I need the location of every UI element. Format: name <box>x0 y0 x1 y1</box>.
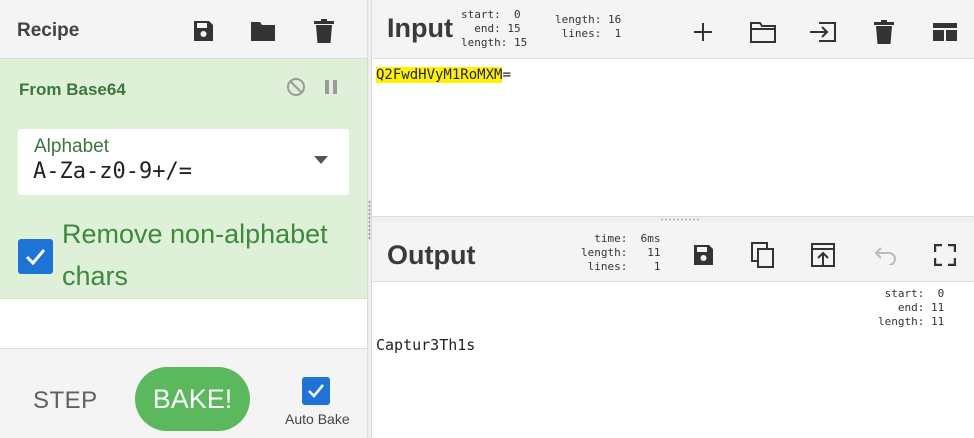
remove-non-alphabet-label: Remove non-alphabet chars <box>62 219 328 291</box>
input-selection-stats: start: 0 end: 15 length: 15 <box>461 8 528 49</box>
input-to-output-icon[interactable] <box>808 17 838 47</box>
input-textarea[interactable]: Q2FwdHVyM1RoMXM= <box>376 67 511 83</box>
output-text[interactable]: Captur3Th1s <box>376 336 475 354</box>
input-selection: Q2FwdHVyM1RoMXM <box>376 67 503 83</box>
alphabet-select[interactable]: Alphabet A-Za-z0-9+/= <box>18 129 349 195</box>
undo-icon[interactable] <box>869 240 899 270</box>
recipe-panel: Recipe From Base64 Alphabet A-Za-z0-9+/=… <box>0 0 367 438</box>
save-icon[interactable] <box>188 16 218 46</box>
trash-icon[interactable] <box>309 16 339 46</box>
maximize-icon[interactable] <box>930 240 960 270</box>
recipe-footer: STEP BAKE! Auto Bake <box>0 348 367 438</box>
open-folder-icon[interactable] <box>748 17 778 47</box>
alphabet-value: A-Za-z0-9+/= <box>33 159 192 184</box>
trash-icon[interactable] <box>869 17 899 47</box>
pane-resizer-grip[interactable] <box>660 218 700 221</box>
disable-icon[interactable] <box>281 72 311 102</box>
input-title: Input <box>387 13 453 43</box>
output-header: Output time: 6ms length: 11 lines: 1 <box>372 222 974 282</box>
add-icon[interactable] <box>688 17 718 47</box>
alphabet-label: Alphabet <box>34 136 110 157</box>
input-length-stats: length: 16 lines: 1 <box>555 13 622 40</box>
folder-icon[interactable] <box>248 16 278 46</box>
step-button[interactable]: STEP <box>33 387 98 415</box>
from-base64-operation: From Base64 Alphabet A-Za-z0-9+/= Remove… <box>0 59 367 299</box>
input-header: Input start: 0 end: 15 length: 15 length… <box>372 0 974 59</box>
checkmark-icon <box>25 249 46 266</box>
bake-button[interactable]: BAKE! <box>135 367 250 431</box>
checkmark-icon <box>308 384 325 398</box>
pause-icon[interactable] <box>316 72 346 102</box>
save-icon[interactable] <box>688 240 718 270</box>
output-selection-stats: start: 0 end: 11 length: 11 <box>878 287 945 328</box>
auto-bake-label: Auto Bake <box>285 411 350 427</box>
layout-icon[interactable] <box>930 17 960 47</box>
copy-icon[interactable] <box>748 240 778 270</box>
recipe-header: Recipe <box>0 0 367 59</box>
remove-non-alphabet-checkbox[interactable] <box>18 239 53 274</box>
recipe-title: Recipe <box>17 20 80 41</box>
chevron-down-icon[interactable] <box>314 156 328 164</box>
replace-input-icon[interactable] <box>808 240 838 270</box>
output-title: Output <box>387 240 476 270</box>
output-stats: time: 6ms length: 11 lines: 1 <box>581 232 661 273</box>
operation-title: From Base64 <box>19 80 126 99</box>
input-text-rest: = <box>502 67 511 83</box>
column-resizer-grip[interactable] <box>368 200 371 240</box>
auto-bake-checkbox[interactable] <box>302 377 330 405</box>
